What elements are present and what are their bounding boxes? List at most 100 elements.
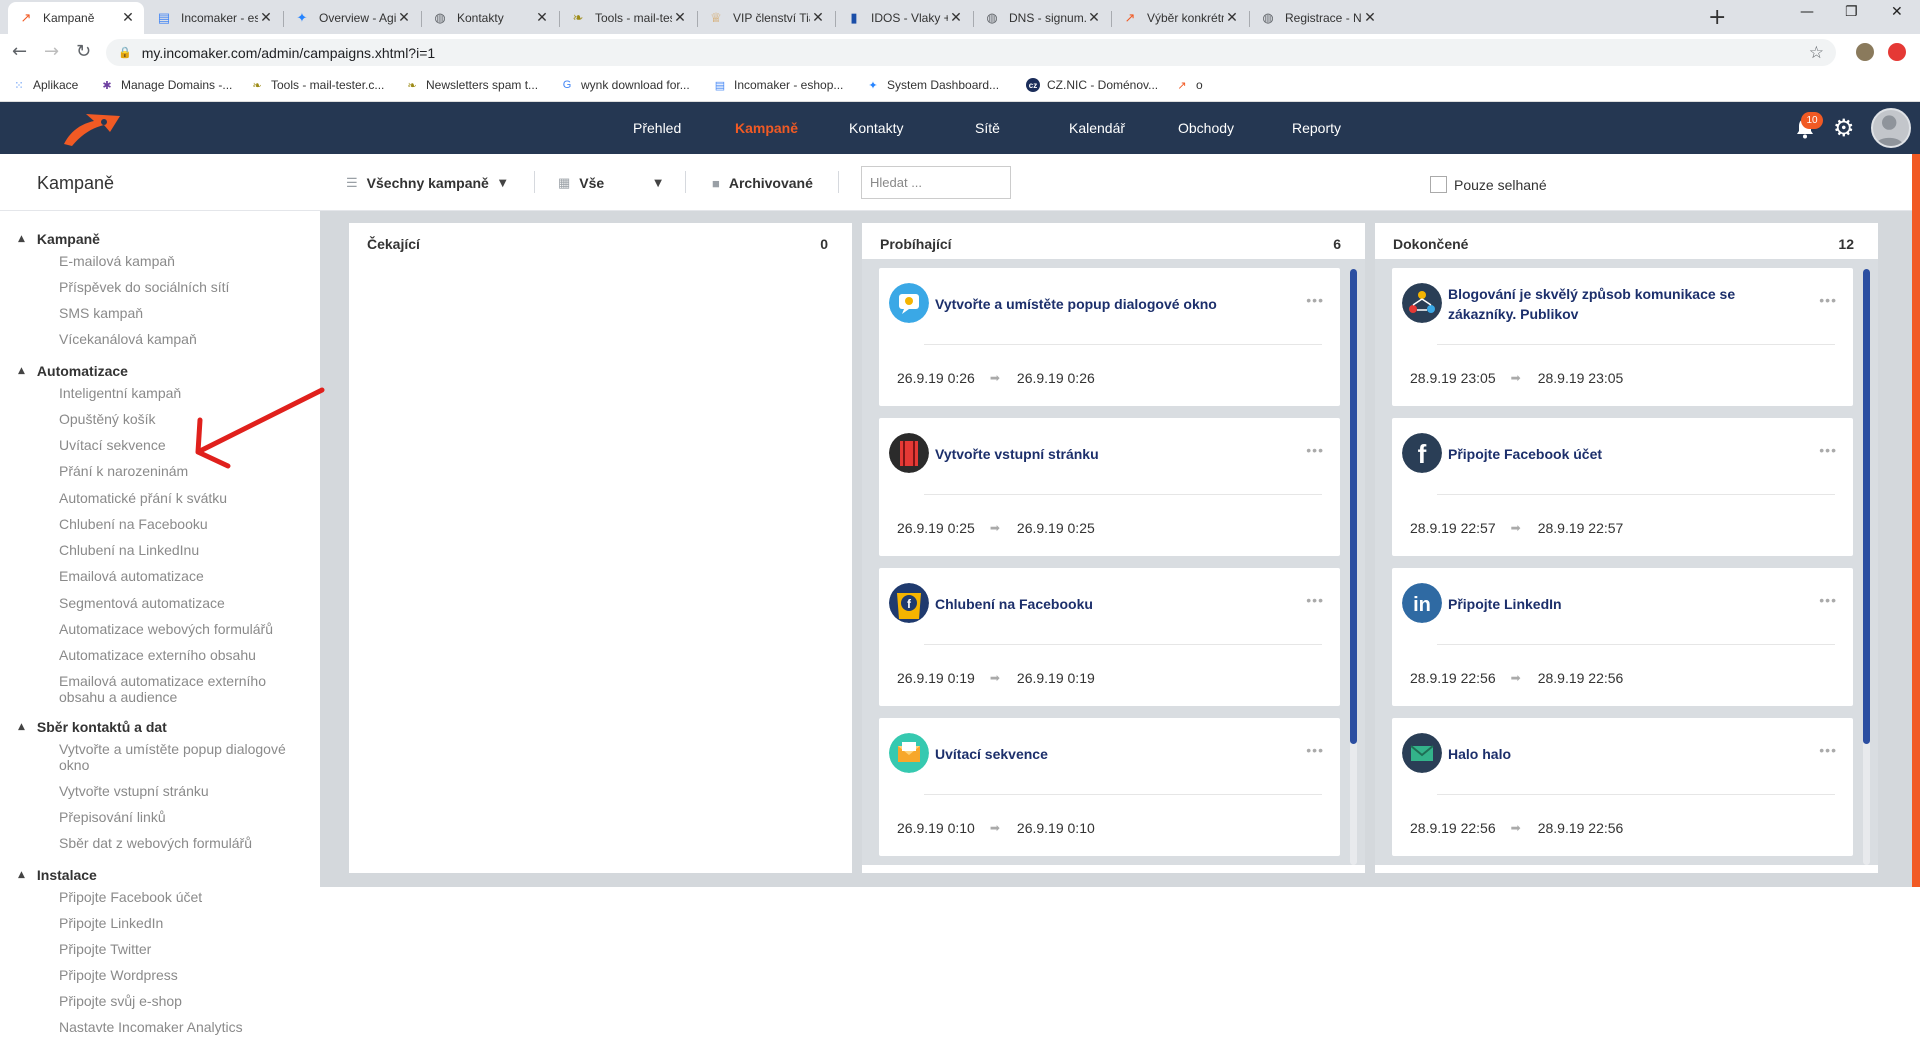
card-menu-icon[interactable]: ••• — [1306, 742, 1324, 758]
browser-tab-active[interactable]: ↗ Kampaně ✕ — [8, 2, 144, 34]
campaign-title[interactable]: Chlubení na Facebooku — [935, 568, 1285, 640]
sidebar-item[interactable]: Chlubení na Facebooku — [59, 516, 299, 532]
date-range-dropdown[interactable]: ▦ Vše ▼ — [558, 175, 662, 191]
sidebar-item[interactable]: Připojte LinkedIn — [59, 915, 299, 931]
close-tab-icon[interactable]: ✕ — [810, 10, 826, 26]
reload-icon[interactable]: ↻ — [76, 41, 91, 62]
bookmark-item[interactable]: ❧ Newsletters spam t... — [405, 78, 538, 92]
campaign-type-dropdown[interactable]: ☰ Všechny kampaně ▼ — [346, 175, 507, 191]
campaign-card[interactable]: Halo halo ••• 28.9.19 22:56 ➡ 28.9.19 22:56 — [1392, 718, 1853, 856]
sidebar-item[interactable]: Automatizace webových formulářů — [59, 621, 299, 637]
sidebar-section-header[interactable]: ▲ Kampaně — [18, 231, 100, 247]
browser-tab[interactable]: ▤ Incomaker - eshop✕ — [146, 2, 282, 34]
close-tab-icon[interactable]: ✕ — [672, 10, 688, 26]
bookmark-item[interactable]: ▤ Incomaker - eshop... — [713, 78, 844, 92]
campaign-card[interactable]: f Chlubení na Facebooku ••• 26.9.19 0:19 ➡ 26… — [879, 568, 1340, 706]
scrollbar-thumb[interactable] — [1350, 269, 1357, 744]
browser-tab[interactable]: ❧ Tools - mail-tester.c✕ — [560, 2, 696, 34]
campaign-title[interactable]: Připojte LinkedIn — [1448, 568, 1798, 640]
sidebar-section-header[interactable]: ▲ Sběr kontaktů a dat — [18, 719, 167, 735]
accent-scrollbar[interactable] — [1912, 154, 1920, 887]
sidebar-item[interactable]: Připojte Facebook účet — [59, 889, 299, 905]
new-tab-button[interactable]: + — [1708, 5, 1726, 30]
browser-tab[interactable]: ◍ Registrace - Náklad✕ — [1250, 2, 1386, 34]
browser-tab[interactable]: ↗ Výběr konkrétních✕ — [1112, 2, 1248, 34]
nav-item[interactable]: Kontakty — [849, 120, 903, 136]
campaign-title[interactable]: Vytvořte vstupní stránku — [935, 418, 1285, 490]
sidebar-section-header[interactable]: ▲ Automatizace — [18, 363, 128, 379]
close-tab-icon[interactable]: ✕ — [396, 10, 412, 26]
sidebar-item[interactable]: Emailová automatizace — [59, 568, 299, 584]
nav-item[interactable]: Přehled — [633, 120, 681, 136]
forward-icon[interactable]: → — [44, 41, 59, 62]
card-menu-icon[interactable]: ••• — [1819, 292, 1837, 308]
card-menu-icon[interactable]: ••• — [1819, 592, 1837, 608]
card-menu-icon[interactable]: ••• — [1819, 442, 1837, 458]
nav-item[interactable]: Reporty — [1292, 120, 1341, 136]
campaign-title[interactable]: Blogování je skvělý způsob komunikace se… — [1448, 268, 1798, 340]
bookmark-item[interactable]: ↗ o — [1175, 78, 1202, 92]
extension-red-icon[interactable] — [1888, 43, 1906, 61]
card-menu-icon[interactable]: ••• — [1306, 442, 1324, 458]
close-tab-icon[interactable]: ✕ — [1086, 10, 1102, 26]
card-menu-icon[interactable]: ••• — [1819, 742, 1837, 758]
lock-icon[interactable]: 🔒 — [118, 46, 132, 59]
sidebar-item[interactable]: Příspěvek do sociálních sítí — [59, 279, 299, 295]
campaign-card[interactable]: f Připojte Facebook účet ••• 28.9.19 22:57 ➡… — [1392, 418, 1853, 556]
back-icon[interactable]: ← — [12, 41, 27, 62]
sidebar-item[interactable]: Segmentová automatizace — [59, 595, 299, 611]
sidebar-item[interactable]: Nastavte Incomaker Analytics — [59, 1019, 299, 1035]
bookmark-item[interactable]: ❧ Tools - mail-tester.c... — [250, 78, 384, 92]
only-failed-checkbox[interactable]: Pouze selhané — [1430, 176, 1547, 193]
sidebar-item[interactable]: Přepisování linků — [59, 809, 299, 825]
campaign-title[interactable]: Uvítací sekvence — [935, 718, 1285, 790]
sidebar-item[interactable]: E-mailová kampaň — [59, 253, 299, 269]
sidebar-item[interactable]: Připojte svůj e-shop — [59, 993, 299, 1009]
sidebar-item[interactable]: Vytvořte a umístěte popup dialogové okno — [59, 741, 299, 773]
close-window-button[interactable]: ✕ — [1891, 4, 1903, 20]
checkbox-box[interactable] — [1430, 176, 1447, 193]
sidebar-item[interactable]: Emailová automatizace externího obsahu a… — [59, 673, 299, 705]
address-bar[interactable]: 🔒 my.incomaker.com/admin/campaigns.xhtml… — [106, 39, 1836, 66]
search-input[interactable] — [861, 166, 1011, 199]
browser-tab[interactable]: ♕ VIP členství Tiande✕ — [698, 2, 834, 34]
bookmark-item[interactable]: Gwynk download for... — [560, 78, 690, 92]
sidebar-item[interactable]: Vytvořte vstupní stránku — [59, 783, 299, 799]
nav-item[interactable]: Kalendář — [1069, 120, 1125, 136]
archived-toggle[interactable]: ■ Archivované — [712, 175, 813, 191]
campaign-card[interactable]: in Připojte LinkedIn ••• 28.9.19 22:56 ➡ 28.9… — [1392, 568, 1853, 706]
campaign-card[interactable]: Vytvořte vstupní stránku ••• 26.9.19 0:25 ➡… — [879, 418, 1340, 556]
sidebar-item[interactable]: Automatické přání k svátku — [59, 490, 299, 506]
card-menu-icon[interactable]: ••• — [1306, 592, 1324, 608]
bookmark-item[interactable]: ⁙ Aplikace — [12, 78, 78, 92]
minimize-button[interactable]: — — [1800, 4, 1814, 20]
browser-tab[interactable]: ◍ Kontakty ✕ — [422, 2, 558, 34]
sidebar-item[interactable]: Sběr dat z webových formulářů — [59, 835, 299, 851]
close-tab-icon[interactable]: ✕ — [534, 10, 550, 26]
campaign-title[interactable]: Vytvořte a umístěte popup dialogové okno — [935, 268, 1285, 340]
close-tab-icon[interactable]: ✕ — [120, 10, 136, 26]
settings-gear-icon[interactable]: ⚙ — [1833, 114, 1855, 142]
address-url[interactable]: my.incomaker.com/admin/campaigns.xhtml?i… — [142, 45, 435, 61]
card-menu-icon[interactable]: ••• — [1306, 292, 1324, 308]
close-tab-icon[interactable]: ✕ — [948, 10, 964, 26]
campaign-card[interactable]: Vytvořte a umístěte popup dialogové okno… — [879, 268, 1340, 406]
sidebar-item[interactable]: Chlubení na LinkedInu — [59, 542, 299, 558]
extension-avatar-icon[interactable] — [1856, 43, 1874, 61]
restore-button[interactable]: ❐ — [1845, 4, 1858, 20]
campaign-title[interactable]: Halo halo — [1448, 718, 1798, 790]
user-avatar[interactable] — [1871, 108, 1911, 148]
sidebar-item[interactable]: Připojte Wordpress — [59, 967, 299, 983]
bookmark-item[interactable]: ✱ Manage Domains -... — [100, 78, 232, 92]
sidebar-item[interactable]: Připojte Twitter — [59, 941, 299, 957]
notification-badge[interactable]: 10 — [1801, 112, 1823, 129]
incomaker-logo[interactable] — [60, 110, 124, 148]
sidebar-section-header[interactable]: ▲ Instalace — [18, 867, 97, 883]
bookmark-item[interactable]: cz CZ.NIC - Doménov... — [1026, 78, 1158, 92]
close-tab-icon[interactable]: ✕ — [258, 10, 274, 26]
nav-item[interactable]: Sítě — [975, 120, 1000, 136]
bookmark-item[interactable]: ✦ System Dashboard... — [866, 78, 999, 92]
browser-tab[interactable]: ✦ Overview - Agile Bo✕ — [284, 2, 420, 34]
campaign-card[interactable]: Uvítací sekvence ••• 26.9.19 0:10 ➡ 26.9.19 … — [879, 718, 1340, 856]
nav-item[interactable]: Obchody — [1178, 120, 1234, 136]
